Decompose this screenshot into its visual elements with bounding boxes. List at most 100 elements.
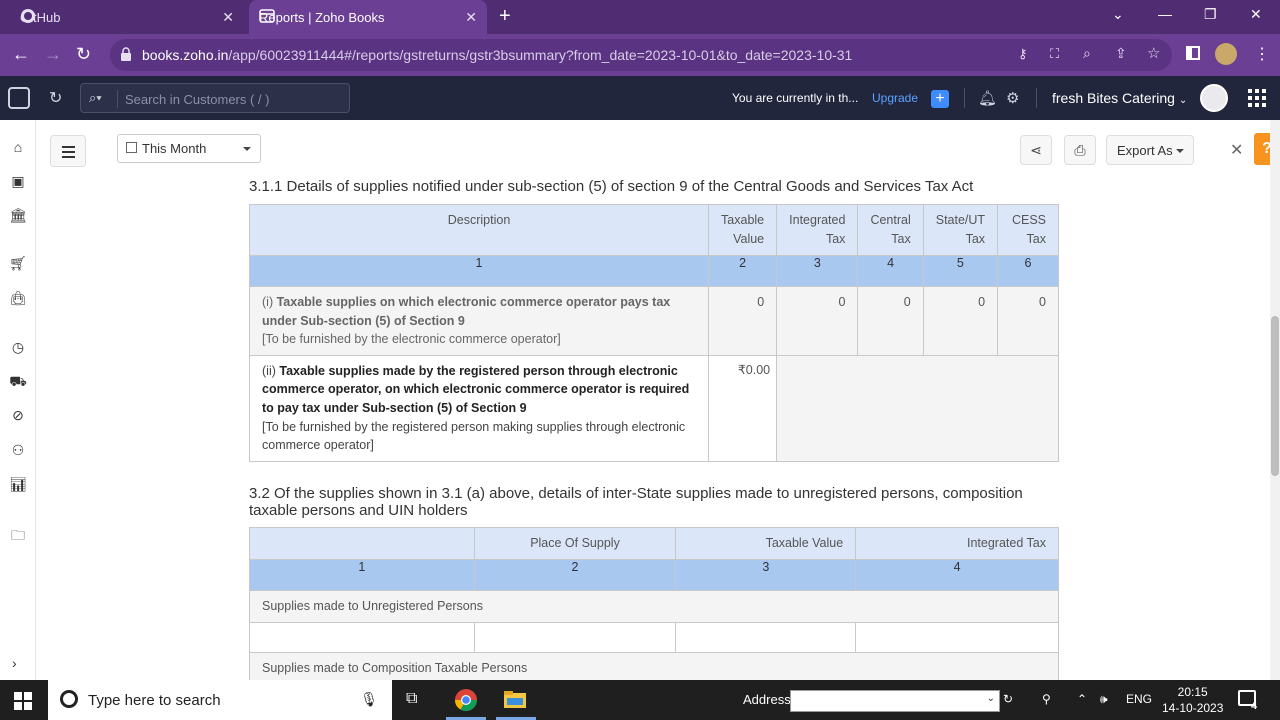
col-header-cess-tax: CESS Tax [997,204,1059,256]
tray-chevron-up-icon[interactable]: ⌃ [1077,692,1087,706]
tab-github[interactable]: GitHub ✕ [8,0,244,34]
col-header-integrated-tax: Integrated Tax [776,204,859,256]
documents-folder-icon[interactable]: 🗀 [9,525,27,543]
table-3-1-1: Description Taxable Value Integrated Tax C… [248,204,1059,463]
go-refresh-icon[interactable]: ↻ [1003,692,1013,706]
organization-switcher[interactable]: fresh Bites Catering ⌄ [1052,90,1187,106]
minimize-icon[interactable]: — [1158,6,1172,22]
gst-filing-icon[interactable]: ⊘ [9,407,27,425]
url-text: books.zoho.in/app/60023911444#/reports/g… [142,47,852,63]
org-name: fresh Bites Catering [1052,90,1175,106]
task-view-icon[interactable]: ⧉ [406,690,417,708]
settings-gear-icon[interactable]: ⚙ [1006,89,1019,107]
tab-zoho-books[interactable]: Reports | Zoho Books ✕ [249,0,487,34]
address-bar[interactable]: books.zoho.in/app/60023911444#/reports/g… [110,39,1172,71]
home-icon[interactable]: ⌂ [9,139,27,157]
search-divider [117,90,118,108]
state-ut-tax-cell: 0 [922,286,999,356]
close-report-icon[interactable]: ✕ [1230,140,1243,160]
close-window-icon[interactable]: ✕ [1250,6,1262,23]
url-path: /app/60023911444#/reports/gstreturns/gst… [228,47,853,63]
share-icon[interactable]: ⋖ [1020,135,1052,165]
restore-icon[interactable]: ❐ [1204,6,1217,23]
row-title: Taxable supplies made by the registered … [262,363,690,415]
items-icon[interactable]: ▣ [9,173,27,191]
header-divider [964,88,965,108]
column-number: 3 [776,255,859,287]
quick-create-button[interactable]: + [931,90,949,108]
back-icon[interactable]: ← [12,44,30,65]
forward-icon[interactable]: → [44,44,62,65]
export-as-button[interactable]: Export As [1106,135,1194,165]
side-panel-icon[interactable] [1186,46,1200,60]
volume-icon[interactable]: 🕪︎ [1100,692,1108,707]
app-launcher-icon[interactable] [1248,89,1266,107]
address-toolbar-input[interactable]: ⌄ [790,690,1000,712]
column-number: 4 [855,559,1059,591]
translate-icon[interactable]: ⛶ [1050,46,1059,62]
column-number: 2 [708,255,778,287]
row-title: Taxable supplies on which electronic com… [262,295,671,328]
empty-cell [855,621,1059,653]
row-prefix: (i) [262,295,274,309]
header-text: Tax [891,232,911,246]
row-note: [To be furnished by the registered perso… [262,419,686,453]
banking-icon[interactable]: 🏛︎ [9,207,27,225]
column-number: 1 [249,559,475,591]
scrollbar-thumb[interactable] [1271,316,1279,476]
col-header-description: Description [248,204,710,256]
column-number: 4 [857,255,924,287]
close-tab-icon[interactable]: ✕ [465,9,477,26]
date-range-dropdown[interactable]: This Month [117,134,261,163]
search-box[interactable]: ⌕▾ [80,83,350,113]
time-tracking-icon[interactable]: ◷ [9,339,27,357]
hamburger-menu-icon[interactable] [50,135,86,167]
file-explorer-icon[interactable] [503,688,527,712]
share-page-icon[interactable]: ⇪ [1115,45,1127,62]
language-indicator[interactable]: ENG [1126,692,1152,706]
clock-date: 14-10-2023 [1162,701,1224,715]
accountant-icon[interactable]: ⚇ [9,442,27,460]
profile-avatar[interactable] [1215,43,1237,65]
browser-menu-icon[interactable]: ⋮ [1254,44,1270,64]
chevron-down-icon[interactable]: ⌄ [987,693,995,704]
section-title-3-1-1: 3.1.1 Details of supplies notified under… [249,178,974,195]
caret-down-icon [243,147,251,151]
table-row: (ii) Taxable supplies made by the regist… [248,354,1059,463]
key-icon[interactable]: ⚷ [1018,46,1028,62]
purchases-bag-icon[interactable]: 👜︎ [9,290,27,308]
header-text: CESS [1011,213,1046,227]
zoho-logo-icon[interactable] [8,87,30,109]
zoom-icon[interactable]: ⌕ [1083,45,1091,62]
microphone-icon[interactable]: 🎙︎ [360,691,378,708]
print-icon[interactable]: ⎙ [1064,135,1096,165]
reload-icon[interactable]: ↻ [76,44,91,65]
user-avatar[interactable] [1200,84,1228,112]
recent-history-icon[interactable]: ↻ [49,88,62,108]
taskbar-search[interactable]: Type here to search 🎙︎ [48,680,392,720]
windows-start-icon[interactable] [14,692,32,710]
taskbar-clock[interactable]: 20:15 14-10-2023 [1162,684,1223,716]
eway-bills-truck-icon[interactable]: ⛟ [9,373,27,391]
bookmark-star-icon[interactable]: ☆ [1147,44,1160,62]
sales-cart-icon[interactable]: 🛒︎ [9,255,27,273]
integrated-tax-cell: 0 [776,286,859,356]
row-description: (ii) Taxable supplies made by the regist… [248,354,710,463]
cess-tax-cell: 0 [997,286,1059,356]
notification-bell-icon[interactable]: 🔔︎ [978,89,997,107]
address-toolbar-label: Address [743,692,791,707]
tab-search-chevron-icon[interactable]: ⌄ [1112,6,1124,23]
expand-sidebar-icon[interactable]: › [12,655,17,671]
taskbar-search-text: Type here to search [88,692,221,709]
new-tab-icon[interactable]: + [499,5,511,28]
report-toolbar: This Month ⋖ ⎙ Export As ✕ ? [36,120,1280,178]
search-input[interactable] [125,89,345,109]
search-icon[interactable]: ⌕▾ [89,90,102,106]
reports-chart-icon[interactable]: 📊︎ [9,476,27,494]
people-icon[interactable]: ⚲ [1042,692,1051,706]
trial-notice: You are currently in th... [732,91,859,105]
chrome-icon[interactable] [454,688,478,712]
close-tab-icon[interactable]: ✕ [222,9,234,26]
upgrade-link[interactable]: Upgrade [872,91,918,105]
browser-tab-bar: GitHub ✕ Reports | Zoho Books ✕ + ⌄ — ❐ … [0,0,1280,34]
